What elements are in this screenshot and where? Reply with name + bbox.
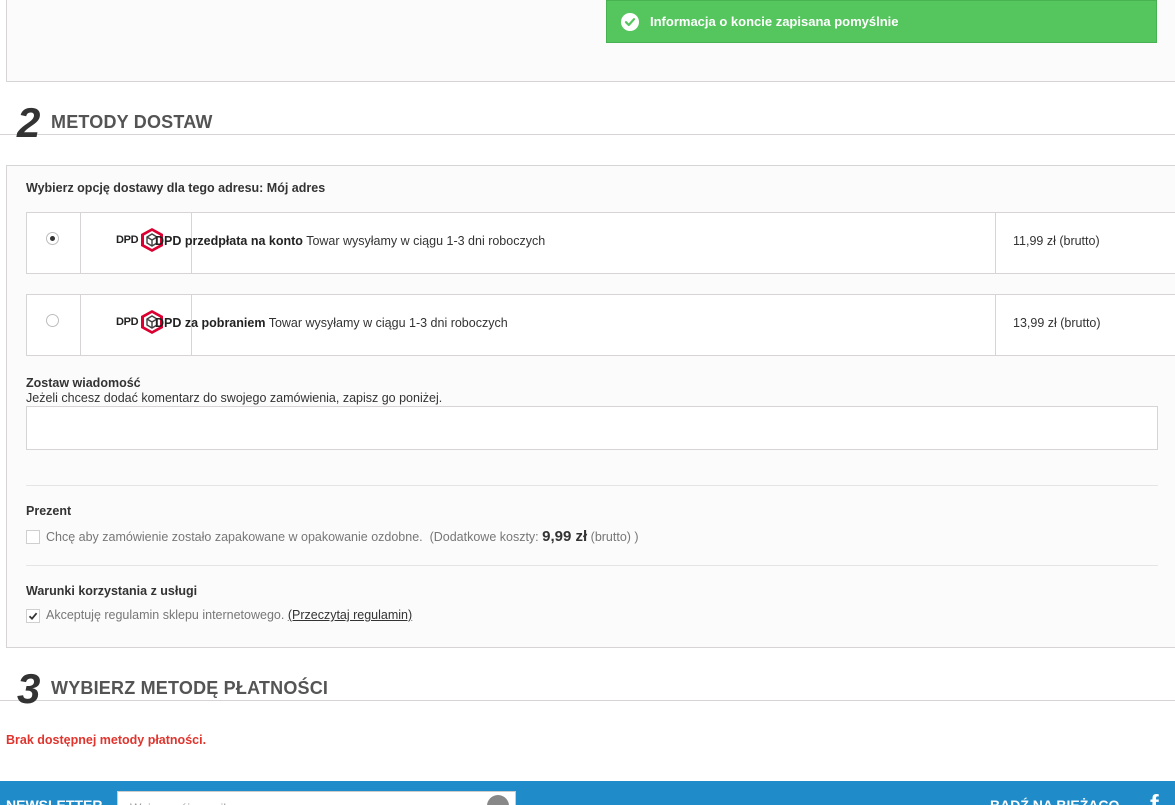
gift-heading: Prezent <box>26 504 72 518</box>
carrier-radio[interactable] <box>46 232 59 245</box>
carrier-radio-cell[interactable] <box>27 213 81 273</box>
footer: NEWSLETTER Wpisz swój e-mail BADŹ NA BIE… <box>0 781 1175 805</box>
divider <box>26 565 1158 566</box>
check-circle-icon <box>621 12 639 31</box>
carrier-option-cod[interactable]: DPD DPD za pobraniem Towar wysyłamy w ci… <box>26 294 1175 356</box>
divider <box>26 485 1158 486</box>
facebook-icon[interactable]: f <box>1150 789 1159 805</box>
checkmark-icon <box>28 612 38 621</box>
step-number: 2 <box>17 99 41 146</box>
carrier-radio[interactable] <box>46 314 59 327</box>
terms-link[interactable]: (Przeczytaj regulamin) <box>288 608 412 622</box>
carrier-price: 13,99 zł (brutto) <box>1013 316 1101 330</box>
step-header-payment: 3 WYBIERZ METODĘ PŁATNOŚCI <box>0 661 1175 710</box>
terms-heading: Warunki korzystania z usługi <box>26 584 198 598</box>
delivery-panel: Wybierz opcję dostawy dla tego adresu: M… <box>6 165 1175 648</box>
payment-error: Brak dostępnej metody płatności. <box>6 733 207 747</box>
message-textarea[interactable] <box>26 406 1158 450</box>
gift-wrap-label: Chcę aby zamówienie zostało zapakowane w… <box>46 528 639 545</box>
newsletter-label: NEWSLETTER <box>6 797 103 805</box>
terms-label: Akceptuję regulamin sklepu internetowego… <box>46 608 413 622</box>
step-number: 3 <box>17 665 41 712</box>
address-prompt: Wybierz opcję dostawy dla tego adresu: M… <box>26 181 326 195</box>
carrier-description: DPD przedpłata na konto Towar wysyłamy w… <box>155 234 546 248</box>
stay-updated-label: BADŹ NA BIEŻĄCO <box>990 797 1120 805</box>
carrier-description: DPD za pobraniem Towar wysyłamy w ciągu … <box>155 316 508 330</box>
step-header-delivery: 2 METODY DOSTAW <box>0 95 1175 144</box>
carrier-radio-cell[interactable] <box>27 295 81 355</box>
newsletter-input[interactable]: Wpisz swój e-mail <box>117 791 516 805</box>
success-alert: Informacja o koncie zapisana pomyślnie <box>606 0 1157 43</box>
gift-wrap-checkbox[interactable] <box>26 530 40 544</box>
step-title: METODY DOSTAW <box>51 112 213 132</box>
step-title: WYBIERZ METODĘ PŁATNOŚCI <box>51 678 329 698</box>
carrier-price: 11,99 zł (brutto) <box>1013 234 1100 248</box>
success-alert-text: Informacja o koncie zapisana pomyślnie <box>650 14 899 29</box>
carrier-option-prepaid[interactable]: DPD DPD przedpłata na konto Towar wysyła… <box>26 212 1175 274</box>
terms-checkbox[interactable] <box>26 609 40 623</box>
message-heading: Zostaw wiadomość <box>26 376 141 390</box>
gift-cost: 9,99 zł <box>542 528 588 545</box>
message-hint: Jeżeli chcesz dodać komentarz do swojego… <box>26 391 443 405</box>
